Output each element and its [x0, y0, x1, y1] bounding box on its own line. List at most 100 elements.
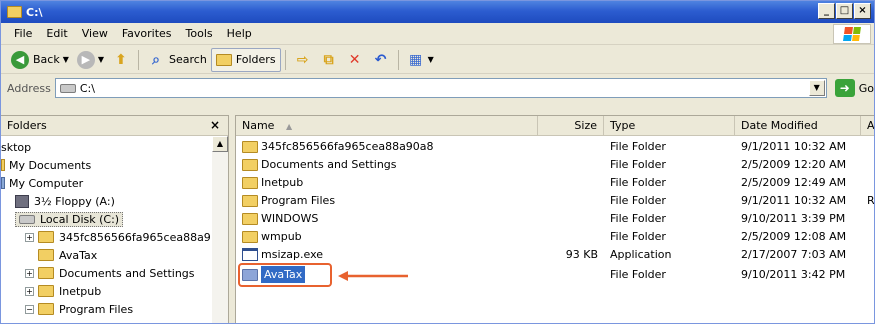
tree-item-documents-and-settings[interactable]: + Documents and Settings [25, 264, 195, 282]
chevron-down-icon[interactable]: ▼ [428, 55, 434, 64]
go-button[interactable]: ➜ Go [834, 79, 874, 97]
up-folder-button[interactable]: ⬆ [108, 48, 134, 72]
window-title: C:\ [26, 5, 43, 19]
file-name: 345fc856566fa965cea88a90a8 [261, 140, 434, 153]
tree-item-345fc[interactable]: + 345fc856566fa965cea88a9 [25, 228, 211, 246]
tree-item-my-computer[interactable]: My Computer [1, 174, 83, 192]
minimize-button[interactable]: _ [818, 3, 835, 19]
tree-item-label: sktop [1, 140, 32, 154]
table-row[interactable]: WINDOWS File Folder 9/10/2011 3:39 PM [236, 210, 874, 227]
tree-item-label: AvaTax [59, 248, 98, 262]
search-button[interactable]: ⌕ Search [143, 48, 211, 72]
expand-toggle[interactable]: + [25, 232, 34, 242]
back-button[interactable]: ◀ Back ▼ [7, 48, 73, 72]
file-name: Documents and Settings [261, 158, 397, 171]
folder-icon [38, 249, 54, 261]
windows-logo-icon [833, 24, 871, 44]
move-to-button[interactable]: ⇨ [290, 48, 316, 72]
views-button[interactable]: ▦ ▼ [403, 48, 438, 72]
column-header-type[interactable]: Type [604, 116, 735, 136]
folders-button[interactable]: Folders [210, 47, 281, 72]
menu-view[interactable]: View [75, 27, 115, 40]
column-header-name[interactable]: Name ▲ [236, 116, 538, 136]
table-row-selected[interactable]: AvaTax File Folder 9/10/2011 3:42 PM [236, 263, 874, 287]
table-row[interactable]: Documents and Settings File Folder 2/5/2… [236, 156, 874, 173]
folders-label: Folders [235, 53, 276, 66]
move-to-icon: ⇨ [296, 51, 309, 68]
file-size [538, 174, 598, 191]
forward-arrow-icon: ▶ [76, 50, 95, 69]
folder-icon [38, 231, 54, 243]
folders-pane-header: Folders × [1, 116, 228, 136]
computer-icon [1, 177, 5, 189]
table-row[interactable]: msizap.exe 93 KB Application 2/17/2007 7… [236, 246, 874, 263]
tree-item-avatax[interactable]: AvaTax [38, 246, 97, 264]
close-folders-pane-button[interactable]: × [210, 118, 220, 132]
folders-pane: Folders × sktop My Documents My Computer… [1, 115, 229, 323]
menu-tools[interactable]: Tools [179, 27, 220, 40]
chevron-down-icon[interactable]: ▼ [98, 55, 104, 64]
menu-edit[interactable]: Edit [39, 27, 74, 40]
copy-to-button[interactable]: ⧉ [316, 48, 342, 72]
file-name: Program Files [261, 194, 336, 207]
expand-toggle[interactable]: + [25, 286, 34, 296]
column-header-size[interactable]: Size [538, 116, 604, 136]
maximize-button[interactable]: □ [836, 3, 853, 19]
table-row[interactable]: Program Files File Folder 9/1/2011 10:32… [236, 192, 874, 209]
scroll-up-button[interactable]: ▲ [212, 136, 228, 152]
drive-icon [19, 214, 35, 224]
go-arrow-icon: ➜ [834, 79, 855, 97]
tree-item-label: 3½ Floppy (A:) [34, 194, 115, 208]
column-header-date-modified[interactable]: Date Modified [735, 116, 861, 136]
close-button[interactable]: × [854, 3, 871, 19]
folder-icon [7, 6, 22, 18]
folder-icon [1, 159, 5, 171]
table-row[interactable]: 345fc856566fa965cea88a90a8 File Folder 9… [236, 138, 874, 155]
menu-favorites[interactable]: Favorites [115, 27, 179, 40]
drive-icon [59, 83, 76, 93]
address-input[interactable]: C:\ ▼ [54, 78, 827, 98]
expand-toggle[interactable]: + [25, 268, 34, 278]
explorer-window: C:\ _ □ × File Edit View Favorites Tools… [0, 0, 875, 324]
delete-button[interactable]: ✕ [342, 48, 368, 72]
file-type: File Folder [610, 176, 666, 189]
tree-item-my-documents[interactable]: My Documents [1, 156, 91, 174]
menu-help[interactable]: Help [220, 27, 259, 40]
file-size [538, 192, 598, 209]
title-bar[interactable]: C:\ _ □ × [1, 1, 874, 23]
menu-file[interactable]: File [7, 27, 39, 40]
tree-item-label: My Computer [9, 176, 84, 190]
tree-item-floppy[interactable]: 3½ Floppy (A:) [15, 192, 115, 210]
tree-item-desktop[interactable]: sktop [1, 138, 31, 156]
toolbar-divider [138, 49, 140, 70]
file-type: File Folder [610, 140, 666, 153]
forward-button[interactable]: ▶ ▼ [73, 48, 108, 72]
undo-button[interactable]: ↶ [368, 48, 394, 72]
file-name: WINDOWS [261, 212, 319, 225]
toolbar-divider [397, 49, 399, 70]
chevron-down-icon[interactable]: ▼ [63, 55, 69, 64]
file-name: wmpub [261, 230, 302, 243]
file-date: 9/1/2011 10:32 AM [741, 140, 847, 153]
collapse-toggle[interactable]: − [25, 304, 34, 314]
folder-icon [242, 230, 258, 243]
tree-item-local-disk[interactable]: Local Disk (C:) [15, 210, 124, 228]
file-date: 2/5/2009 12:08 AM [741, 230, 847, 243]
table-row[interactable]: wmpub File Folder 2/5/2009 12:08 AM [236, 228, 874, 245]
back-label: Back [33, 53, 60, 66]
tree-item-label: 345fc856566fa965cea88a9 [59, 230, 211, 244]
tree-item-label: Program Files [59, 302, 134, 316]
tree-item-program-files[interactable]: − Program Files [25, 300, 133, 318]
folder-icon [242, 140, 258, 153]
column-header-attributes[interactable]: Attributes [861, 116, 874, 136]
table-row[interactable]: Inetpub File Folder 2/5/2009 12:49 AM [236, 174, 874, 191]
folder-icon [38, 267, 54, 279]
up-folder-icon: ⬆ [115, 51, 127, 68]
tree-item-inetpub[interactable]: + Inetpub [25, 282, 101, 300]
file-list: Name ▲ Size Type Date Modified Attribute… [235, 115, 874, 323]
tree-selection: Local Disk (C:) [15, 211, 124, 227]
folder-icon [242, 212, 258, 225]
back-arrow-icon: ◀ [11, 50, 29, 69]
vertical-scrollbar[interactable]: ▲ [212, 136, 228, 323]
address-dropdown-button[interactable]: ▼ [808, 80, 825, 96]
